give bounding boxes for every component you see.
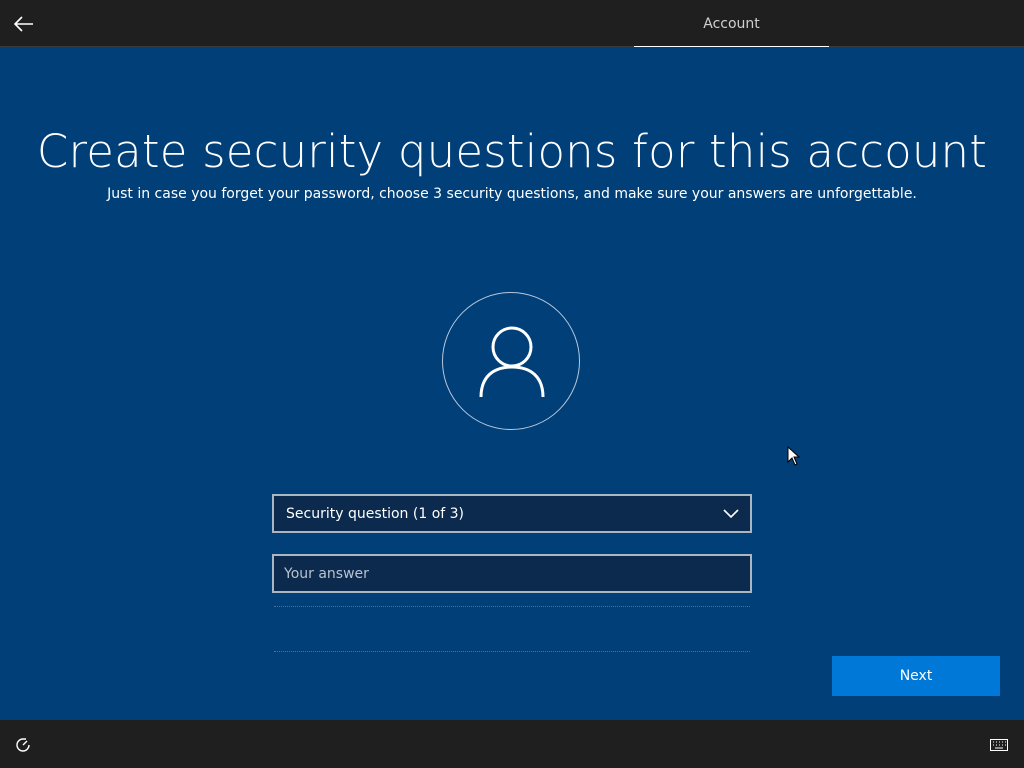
keyboard-button[interactable] [988,734,1010,756]
divider [274,606,750,607]
tab-account: Account [634,0,829,48]
divider [274,651,750,652]
next-button[interactable]: Next [832,656,1000,696]
page-subtitle: Just in case you forget your password, c… [107,186,917,202]
main-panel: Create security questions for this accou… [0,47,1024,720]
keyboard-icon [990,739,1008,751]
tab-account-label: Account [703,15,760,32]
top-bar: Account [0,0,1024,48]
bottom-bar [0,720,1024,768]
answer-input[interactable] [272,554,752,593]
mouse-pointer-icon [787,446,801,466]
ease-of-access-icon [16,738,30,752]
avatar [442,292,580,430]
page-title: Create security questions for this accou… [36,125,988,178]
chevron-down-icon [723,509,739,519]
security-question-selected: Security question (1 of 3) [286,505,465,522]
back-button[interactable] [8,8,40,40]
security-question-dropdown[interactable]: Security question (1 of 3) [272,494,752,533]
user-icon [479,326,545,398]
back-arrow-icon [14,16,33,32]
ease-of-access-button[interactable] [12,734,34,756]
